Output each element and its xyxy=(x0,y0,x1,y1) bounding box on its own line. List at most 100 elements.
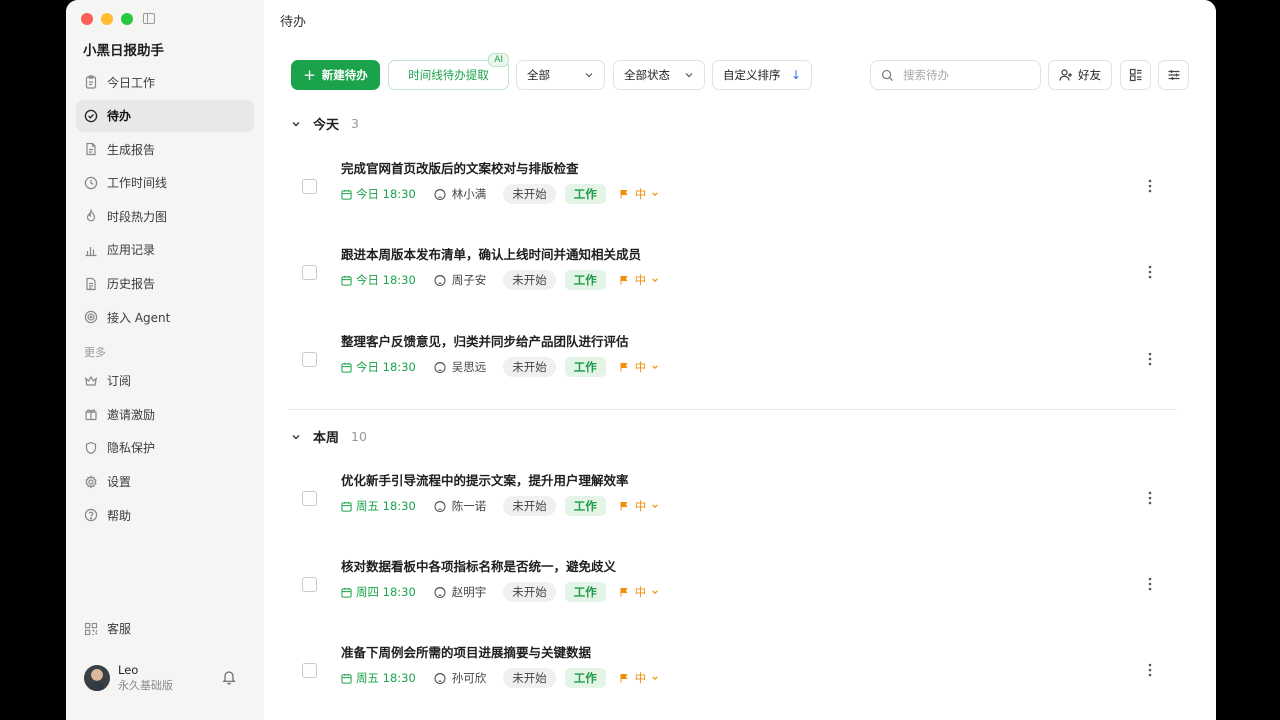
task-row: 优化新手引导流程中的提示文案，提升用户理解效率 周五 18:30 陈一诺 未开始… xyxy=(302,470,1162,530)
status-badge[interactable]: 未开始 xyxy=(503,357,556,377)
calendar-icon xyxy=(341,189,352,200)
zoom-window-button[interactable] xyxy=(121,13,133,25)
task-title[interactable]: 准备下周例会所需的项目进展摘要与关键数据 xyxy=(341,642,591,661)
more-options-icon[interactable] xyxy=(1143,349,1157,369)
sidebar-item-label: 接入 Agent xyxy=(107,310,171,325)
sidebar-item-today-work[interactable]: 今日工作 xyxy=(76,66,254,98)
agent-icon xyxy=(84,310,98,324)
task-title[interactable]: 跟进本周版本发布清单，确认上线时间并通知相关成员 xyxy=(341,244,641,263)
priority-selector[interactable]: 中 xyxy=(619,584,660,600)
group-header-today[interactable]: 今天 3 xyxy=(291,114,359,133)
friends-button[interactable]: 好友 xyxy=(1048,60,1112,90)
assignee[interactable]: 周子安 xyxy=(433,272,486,288)
assignee[interactable]: 陈一诺 xyxy=(433,498,487,514)
sidebar-item-agent[interactable]: 接入 Agent xyxy=(76,301,254,333)
category-tag[interactable]: 工作 xyxy=(564,184,606,204)
status-filter-value: 全部状态 xyxy=(624,68,670,82)
task-meta: 周五 18:30 孙可欣 未开始 工作 中 xyxy=(341,668,659,688)
due-date[interactable]: 周四 18:30 xyxy=(341,584,416,600)
status-badge[interactable]: 未开始 xyxy=(503,270,556,290)
category-tag[interactable]: 工作 xyxy=(564,270,606,290)
sidebar-item-generate-report[interactable]: 生成报告 xyxy=(76,133,254,165)
priority-selector[interactable]: 中 xyxy=(619,272,660,288)
due-date[interactable]: 周五 18:30 xyxy=(341,498,416,514)
task-title[interactable]: 核对数据看板中各项指标名称是否统一，避免歧义 xyxy=(341,556,616,575)
due-date[interactable]: 今日 18:30 xyxy=(341,272,416,288)
status-badge[interactable]: 未开始 xyxy=(503,668,556,688)
window-controls xyxy=(81,13,133,25)
due-date[interactable]: 周五 18:30 xyxy=(341,670,416,686)
assignee[interactable]: 赵明宇 xyxy=(433,584,486,600)
assignee[interactable]: 林小满 xyxy=(433,186,486,202)
task-checkbox[interactable] xyxy=(302,491,317,506)
bell-icon[interactable] xyxy=(221,669,237,685)
sidebar-item-customer-service[interactable]: 客服 xyxy=(84,620,131,637)
status-badge[interactable]: 未开始 xyxy=(503,582,556,602)
sidebar-item-todo[interactable]: 待办 xyxy=(76,99,254,132)
minimize-window-button[interactable] xyxy=(101,13,113,25)
sidebar-toggle-icon[interactable] xyxy=(143,13,155,24)
more-options-icon[interactable] xyxy=(1143,488,1157,508)
priority-selector[interactable]: 中 xyxy=(619,670,660,686)
more-options-icon[interactable] xyxy=(1143,660,1157,680)
priority-selector[interactable]: 中 xyxy=(619,498,660,514)
assignee[interactable]: 孙可欣 xyxy=(433,670,486,686)
group-header-this-week[interactable]: 本周 10 xyxy=(291,427,367,446)
more-options-icon[interactable] xyxy=(1143,262,1157,282)
search-input[interactable] xyxy=(903,68,1023,82)
sidebar-item-history-reports[interactable]: 历史报告 xyxy=(76,268,254,300)
bar-chart-icon xyxy=(84,243,98,257)
status-badge[interactable]: 未开始 xyxy=(503,496,556,516)
task-checkbox[interactable] xyxy=(302,179,317,194)
sidebar-item-invite[interactable]: 邀请激励 xyxy=(76,398,254,430)
sidebar-item-help[interactable]: 帮助 xyxy=(76,499,254,531)
group-title: 本周 xyxy=(313,431,340,446)
group-count: 3 xyxy=(351,116,359,131)
due-date[interactable]: 今日 18:30 xyxy=(341,359,416,375)
sidebar: 小黑日报助手 今日工作 待办 生成报告 工作时间线 时段热力图 应用记录 历史报… xyxy=(66,0,264,720)
sidebar-item-heatmap[interactable]: 时段热力图 xyxy=(76,200,254,232)
sidebar-item-privacy[interactable]: 隐私保护 xyxy=(76,432,254,464)
task-meta: 今日 18:30 周子安 未开始 工作 中 xyxy=(341,270,659,290)
status-filter-select[interactable]: 全部状态 xyxy=(613,60,705,90)
task-title[interactable]: 整理客户反馈意见，归类并同步给产品团队进行评估 xyxy=(341,331,629,350)
more-options-icon[interactable] xyxy=(1143,574,1157,594)
priority-selector[interactable]: 中 xyxy=(619,359,660,375)
priority-selector[interactable]: 中 xyxy=(619,186,660,202)
task-title[interactable]: 完成官网首页改版后的文案校对与排版检查 xyxy=(341,158,579,177)
category-tag[interactable]: 工作 xyxy=(564,668,606,688)
task-checkbox[interactable] xyxy=(302,577,317,592)
task-checkbox[interactable] xyxy=(302,265,317,280)
assignee-name: 陈一诺 xyxy=(451,499,487,513)
sidebar-item-timeline[interactable]: 工作时间线 xyxy=(76,167,254,199)
user-face-icon xyxy=(434,500,446,513)
due-date[interactable]: 今日 18:30 xyxy=(341,186,416,202)
category-tag[interactable]: 工作 xyxy=(564,582,606,602)
sidebar-item-subscribe[interactable]: 订阅 xyxy=(76,365,254,397)
user-profile[interactable]: Leo 永久基础版 xyxy=(84,663,173,693)
user-face-icon xyxy=(434,274,446,287)
assignee[interactable]: 吴思远 xyxy=(433,359,486,375)
category-tag[interactable]: 工作 xyxy=(564,496,606,516)
search-box[interactable] xyxy=(870,60,1041,90)
sidebar-item-app-records[interactable]: 应用记录 xyxy=(76,234,254,266)
timeline-extract-button[interactable]: 时间线待办提取 AI xyxy=(388,53,509,90)
sidebar-item-label: 隐私保护 xyxy=(107,441,156,456)
more-options-icon[interactable] xyxy=(1143,176,1157,196)
sidebar-item-settings[interactable]: 设置 xyxy=(76,466,254,498)
flag-icon xyxy=(620,363,628,372)
sort-select[interactable]: 自定义排序 ↓ xyxy=(712,60,812,90)
status-badge[interactable]: 未开始 xyxy=(503,184,556,204)
user-face-icon xyxy=(434,188,446,201)
new-todo-button[interactable]: + 新建待办 xyxy=(291,60,380,90)
category-filter-select[interactable]: 全部 xyxy=(516,60,605,90)
category-tag[interactable]: 工作 xyxy=(564,357,606,377)
gear-icon xyxy=(84,474,98,489)
task-checkbox[interactable] xyxy=(302,663,317,678)
task-checkbox[interactable] xyxy=(302,352,317,367)
task-title[interactable]: 优化新手引导流程中的提示文案，提升用户理解效率 xyxy=(341,470,629,489)
advanced-filter-button[interactable] xyxy=(1158,60,1189,90)
close-window-button[interactable] xyxy=(81,13,93,25)
app-window: 小黑日报助手 今日工作 待办 生成报告 工作时间线 时段热力图 应用记录 历史报… xyxy=(66,0,1216,720)
view-toggle-button[interactable] xyxy=(1120,60,1151,90)
